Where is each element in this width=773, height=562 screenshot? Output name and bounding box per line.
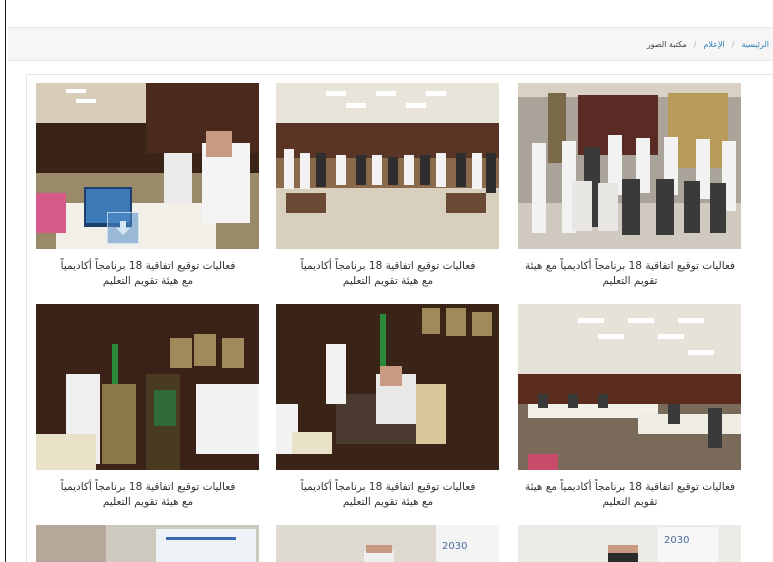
vision-2030-badge: 2030: [442, 541, 468, 552]
gallery-photo[interactable]: [36, 83, 259, 249]
gallery-caption[interactable]: فعاليات توقيع اتفاقية 18 برنامجاً أكاديم…: [512, 259, 748, 289]
photo-gallery: فعاليات توقيع اتفاقية 18 برنامجاً أكاديم…: [26, 74, 773, 562]
page-left-border: [5, 0, 6, 562]
gallery-photo[interactable]: [276, 83, 499, 249]
vision-2030-badge: 2030: [664, 535, 690, 546]
gallery-photo[interactable]: [276, 304, 499, 470]
breadcrumb-separator: /: [731, 39, 735, 49]
breadcrumb: الرئيسية / الإعلام / مكتبة الصور: [8, 27, 773, 61]
gallery-photo[interactable]: 2030: [518, 525, 741, 562]
download-icon[interactable]: [107, 212, 139, 244]
gallery-caption[interactable]: فعاليات توقيع اتفاقية 18 برنامجاً أكاديم…: [512, 480, 748, 510]
breadcrumb-home-link[interactable]: الرئيسية: [741, 40, 769, 49]
breadcrumb-media-link[interactable]: الإعلام: [703, 40, 724, 49]
gallery-photo[interactable]: [518, 83, 741, 249]
breadcrumb-separator: /: [693, 39, 697, 49]
gallery-photo[interactable]: [518, 304, 741, 470]
gallery-photo[interactable]: [36, 304, 259, 470]
gallery-caption[interactable]: فعاليات توقيع اتفاقية 18 برنامجاً أكاديم…: [270, 480, 506, 510]
gallery-photo[interactable]: 2030: [276, 525, 499, 562]
gallery-photo[interactable]: [36, 525, 259, 562]
gallery-caption[interactable]: فعاليات توقيع اتفاقية 18 برنامجاً أكاديم…: [30, 480, 266, 510]
gallery-caption[interactable]: فعاليات توقيع اتفاقية 18 برنامجاً أكاديم…: [270, 259, 506, 289]
gallery-caption[interactable]: فعاليات توقيع اتفاقية 18 برنامجاً أكاديم…: [30, 259, 266, 289]
breadcrumb-current: مكتبة الصور: [646, 39, 687, 49]
